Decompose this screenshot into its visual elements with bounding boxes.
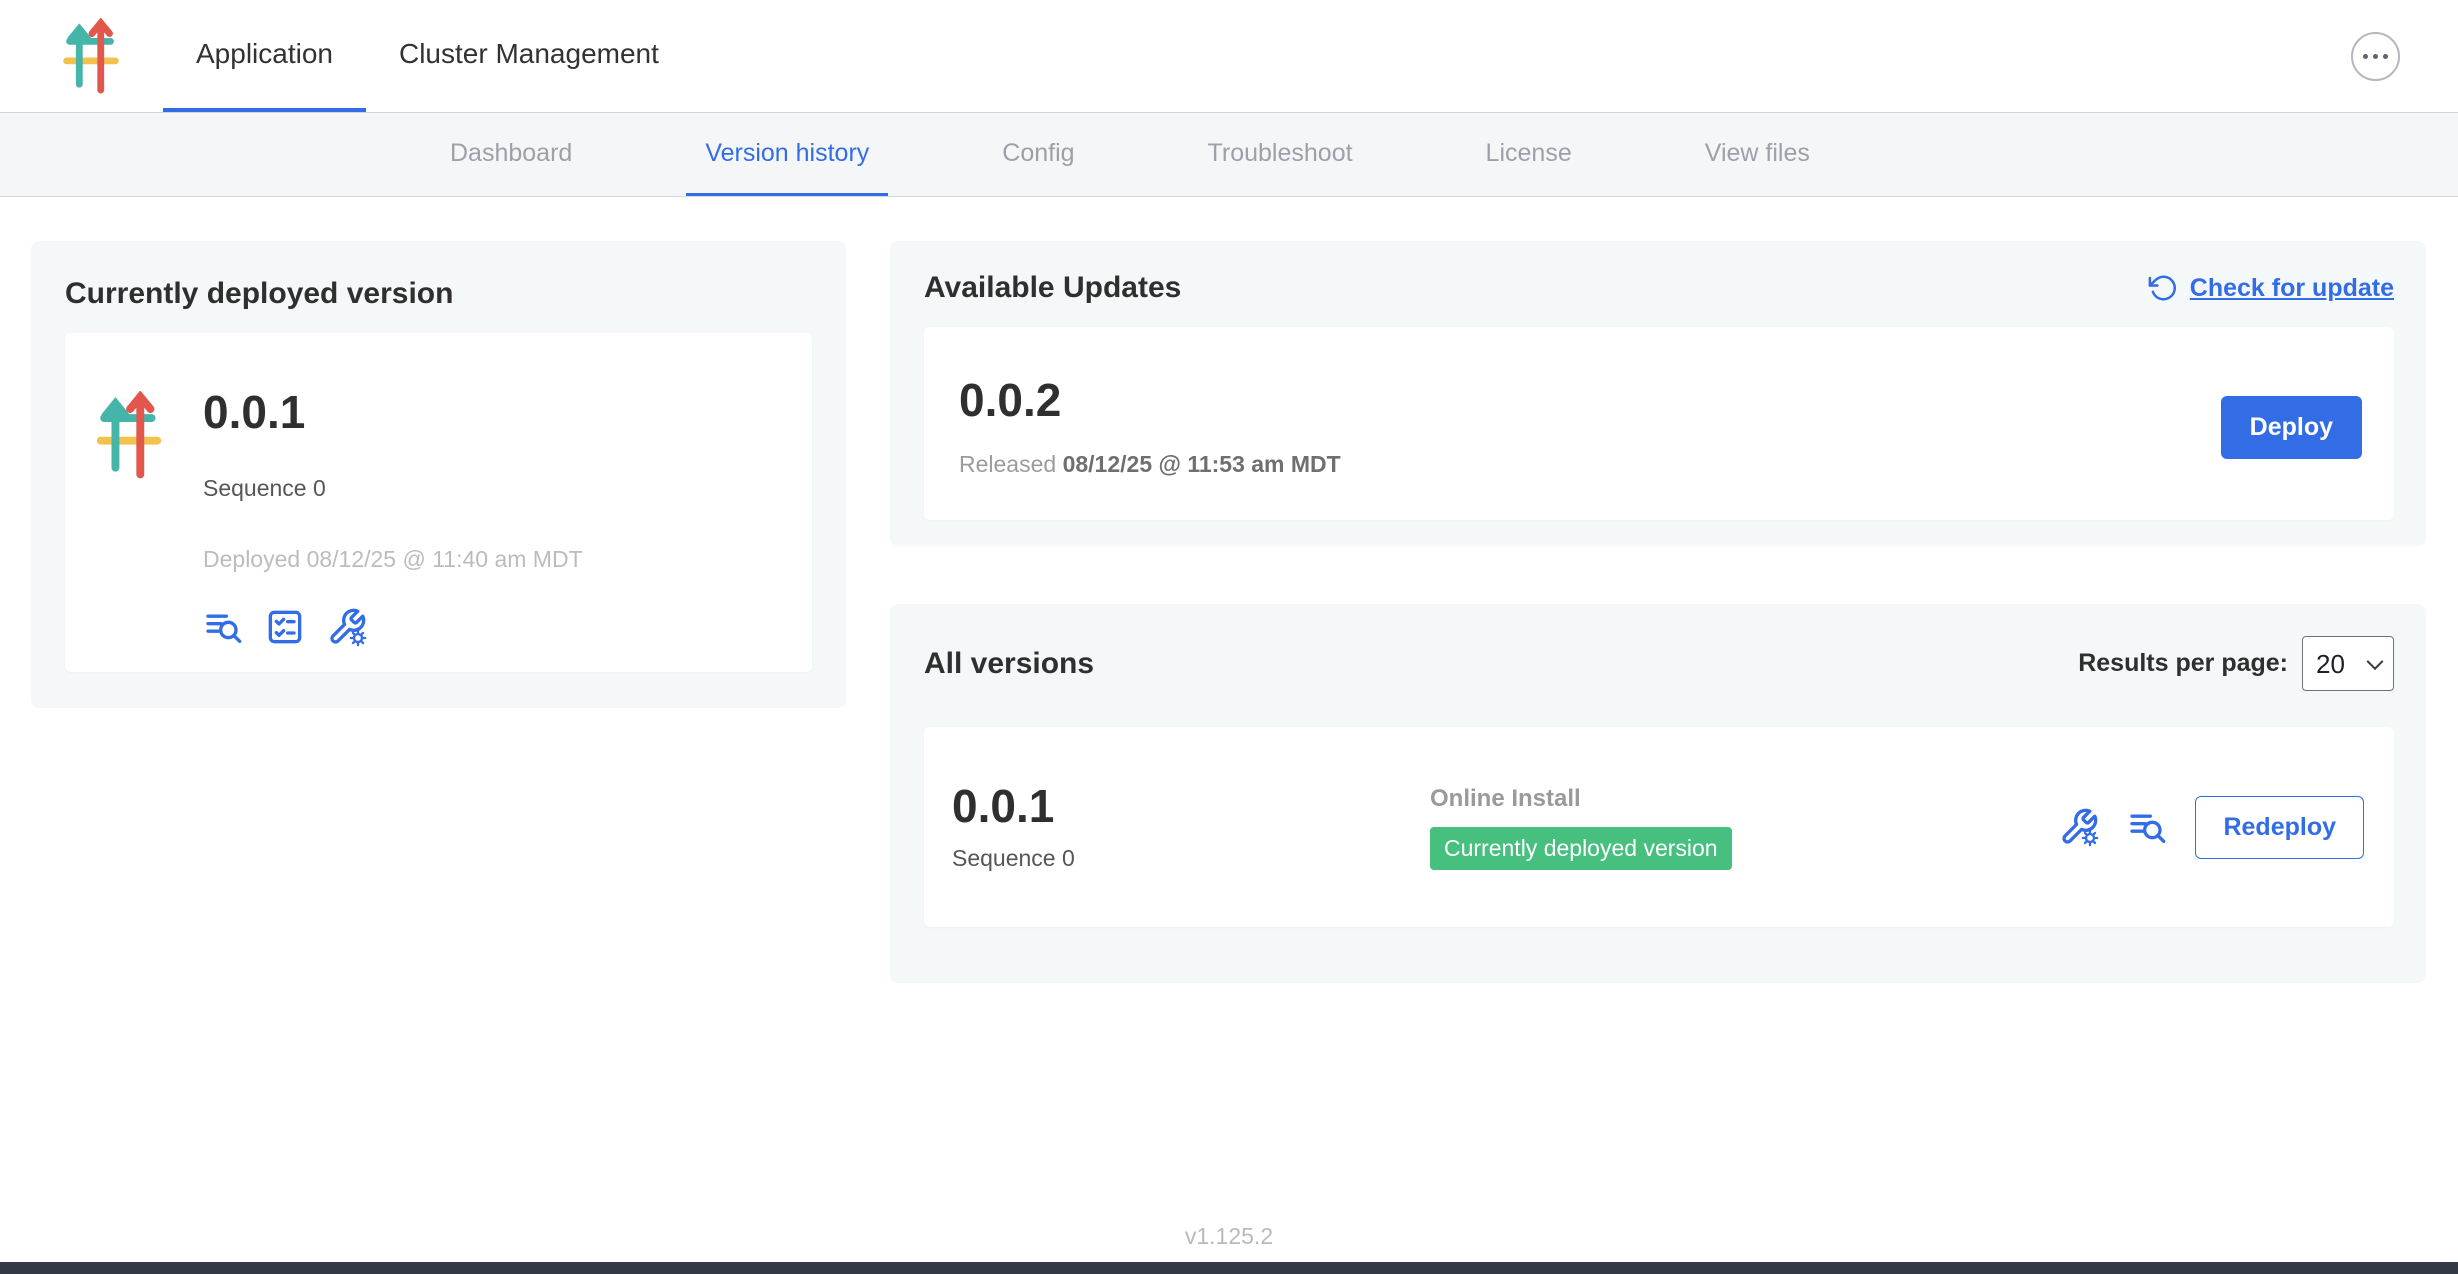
subnav-item-troubleshoot[interactable]: Troubleshoot	[1189, 113, 1372, 196]
version-row-info: 0.0.1 Sequence 0	[952, 783, 1430, 872]
version-row-status: Online Install Currently deployed versio…	[1430, 785, 1732, 870]
updates-card-header: Available Updates Check for update	[924, 271, 2394, 305]
deployed-actions	[203, 607, 583, 647]
app-logo-icon	[60, 0, 122, 112]
subnav-troubleshoot-label: Troubleshoot	[1208, 139, 1353, 168]
available-updates-card: Available Updates Check for update 0.0.2…	[890, 241, 2426, 546]
main-content: Currently deployed version 0.0.1 Sequenc…	[0, 197, 2458, 983]
all-versions-card: All versions Results per page: 20 0.0.	[890, 604, 2426, 983]
check-for-update-link[interactable]: Check for update	[2148, 273, 2394, 303]
subnav-item-dashboard[interactable]: Dashboard	[431, 113, 591, 196]
version-row: 0.0.1 Sequence 0 Online Install Currentl…	[924, 727, 2394, 927]
console-version: v1.125.2	[0, 1223, 2458, 1250]
tab-application[interactable]: Application	[163, 0, 366, 112]
currently-deployed-badge: Currently deployed version	[1430, 827, 1732, 870]
view-logs-icon	[203, 607, 243, 647]
subnav-item-config[interactable]: Config	[983, 113, 1093, 196]
tab-cluster-management[interactable]: Cluster Management	[366, 0, 692, 112]
versions-card-title: All versions	[924, 647, 1094, 681]
wrench-gear-icon	[327, 607, 367, 647]
bottom-bar	[0, 1262, 2458, 1274]
wrench-gear-icon	[2059, 807, 2099, 847]
update-version-info: 0.0.2 Released 08/12/25 @ 11:53 am MDT	[959, 377, 2221, 478]
update-version-number: 0.0.2	[959, 377, 2221, 423]
subnav-dashboard-label: Dashboard	[450, 139, 572, 168]
right-column: Available Updates Check for update 0.0.2…	[890, 241, 2426, 983]
version-row-actions: Redeploy	[2059, 796, 2364, 859]
preflight-checks-button[interactable]	[265, 607, 305, 647]
view-logs-button[interactable]	[2127, 807, 2167, 847]
check-for-update-label: Check for update	[2190, 274, 2394, 303]
view-logs-button[interactable]	[203, 607, 243, 647]
subnav-item-version-history[interactable]: Version history	[686, 113, 888, 196]
tab-cluster-management-label: Cluster Management	[399, 38, 659, 70]
deployed-timestamp: Deployed 08/12/25 @ 11:40 am MDT	[203, 546, 583, 573]
app-logo-icon	[93, 389, 165, 647]
results-per-page-label: Results per page:	[2078, 649, 2288, 678]
install-type-label: Online Install	[1430, 785, 1581, 813]
checklist-icon	[265, 607, 305, 647]
tab-application-label: Application	[196, 38, 333, 70]
subnav-version-history-label: Version history	[705, 139, 869, 168]
edit-config-button[interactable]	[2059, 807, 2099, 847]
subnav-item-view-files[interactable]: View files	[1686, 113, 1829, 196]
deployed-sequence: Sequence 0	[203, 475, 583, 502]
available-update-row: 0.0.2 Released 08/12/25 @ 11:53 am MDT D…	[924, 327, 2394, 520]
subnav-view-files-label: View files	[1705, 139, 1810, 168]
deploy-button[interactable]: Deploy	[2221, 396, 2362, 459]
updates-card-title: Available Updates	[924, 271, 1181, 305]
released-label: Released	[959, 451, 1056, 477]
results-per-page: Results per page: 20	[2078, 636, 2394, 691]
deployed-card-title: Currently deployed version	[65, 277, 812, 311]
row-version-number: 0.0.1	[952, 783, 1430, 829]
results-per-page-select-wrap: 20	[2302, 636, 2394, 691]
top-header: Application Cluster Management	[0, 0, 2458, 113]
deployed-version-number: 0.0.1	[203, 389, 583, 435]
deployed-version-info: 0.0.1 Sequence 0 Deployed 08/12/25 @ 11:…	[203, 389, 583, 647]
redeploy-button[interactable]: Redeploy	[2195, 796, 2364, 859]
update-released-timestamp: Released 08/12/25 @ 11:53 am MDT	[959, 451, 2221, 478]
deployed-version-panel: 0.0.1 Sequence 0 Deployed 08/12/25 @ 11:…	[65, 333, 812, 672]
currently-deployed-card: Currently deployed version 0.0.1 Sequenc…	[31, 241, 846, 708]
row-sequence: Sequence 0	[952, 845, 1430, 872]
more-options-button[interactable]	[2351, 32, 2400, 81]
refresh-icon	[2148, 273, 2178, 303]
subnav-item-license[interactable]: License	[1467, 113, 1591, 196]
released-date: 08/12/25 @ 11:53 am MDT	[1063, 451, 1341, 477]
top-nav: Application Cluster Management	[163, 0, 692, 112]
versions-card-header: All versions Results per page: 20	[924, 636, 2394, 691]
admin-console-page: Application Cluster Management Dashboard…	[0, 0, 2458, 1274]
view-logs-icon	[2127, 807, 2167, 847]
app-subnav: Dashboard Version history Config Trouble…	[0, 113, 2458, 197]
edit-config-button[interactable]	[327, 607, 367, 647]
ellipsis-icon	[2363, 54, 2388, 59]
subnav-config-label: Config	[1002, 139, 1074, 168]
subnav-license-label: License	[1486, 139, 1572, 168]
results-per-page-select[interactable]: 20	[2302, 636, 2394, 691]
